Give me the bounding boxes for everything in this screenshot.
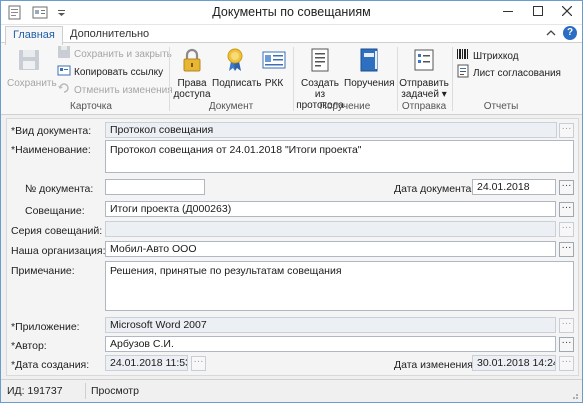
minimize-icon xyxy=(503,6,513,19)
created-field[interactable]: 24.01.2018 11:53:50 xyxy=(105,355,188,371)
approval-sheet-button[interactable]: Лист согласования xyxy=(456,64,561,84)
our-org-picker-button[interactable]: ··· xyxy=(559,242,574,257)
rkk-label: РКК xyxy=(264,78,284,89)
author-label: *Автор: xyxy=(11,340,47,352)
save-close-icon xyxy=(57,45,71,65)
created-picker-button[interactable]: ··· xyxy=(191,356,206,371)
save-and-close-button[interactable]: Сохранить и закрыть xyxy=(57,45,172,65)
tab-main[interactable]: Главная xyxy=(5,26,63,45)
maximize-button[interactable] xyxy=(523,1,553,24)
group-separator xyxy=(452,47,453,111)
meeting-label: Совещание: xyxy=(25,205,85,217)
meeting-series-label: Серия совещаний: xyxy=(11,225,103,237)
status-mode: Просмотр xyxy=(91,385,139,397)
doc-type-label: *Вид документа: xyxy=(11,125,92,137)
help-button[interactable]: ? xyxy=(563,26,577,40)
application-picker-button[interactable]: ··· xyxy=(559,318,574,333)
cancel-changes-label: Отменить изменения xyxy=(74,85,173,96)
save-label: Сохранить xyxy=(7,78,57,89)
floppy-disk-icon xyxy=(7,47,51,76)
status-bar: ИД: 191737 Просмотр xyxy=(1,379,582,402)
name-label: *Наименование: xyxy=(11,144,91,156)
assignments-label: Поручения xyxy=(344,78,395,89)
document-list-icon xyxy=(296,47,344,76)
access-rights-label-1: Права xyxy=(177,78,207,89)
minimize-button[interactable] xyxy=(493,1,523,24)
application-field[interactable]: Microsoft Word 2007 xyxy=(105,317,556,333)
approval-sheet-label: Лист согласования xyxy=(473,68,561,79)
doc-type-field[interactable]: Протокол совещания xyxy=(105,122,557,138)
modified-field[interactable]: 30.01.2018 14:24:23 xyxy=(472,355,556,371)
main-window: Документы по совещаниям Главная Дополнит… xyxy=(0,0,583,403)
our-org-field[interactable]: Мобил-Авто ООО xyxy=(105,241,556,257)
doc-date-field[interactable]: 24.01.2018 xyxy=(472,179,556,195)
ribbon-tabs: Главная Дополнительно ? xyxy=(1,25,582,45)
meeting-series-picker-button[interactable]: ··· xyxy=(559,222,574,237)
application-label: *Приложение: xyxy=(11,321,80,333)
report-sheet-icon xyxy=(456,64,470,84)
assignments-button[interactable]: Поручения xyxy=(344,47,395,89)
doc-number-field[interactable] xyxy=(105,179,205,195)
doc-type-picker-button[interactable]: ··· xyxy=(559,123,574,138)
collapse-ribbon-icon[interactable] xyxy=(546,28,556,41)
group-label-card: Карточка xyxy=(70,101,112,112)
note-label: Примечание: xyxy=(11,265,75,277)
group-separator xyxy=(293,47,294,111)
meeting-picker-button[interactable]: ··· xyxy=(559,202,574,217)
registration-card-icon xyxy=(259,47,289,76)
create-from-protocol-label-1: Создать из xyxy=(300,78,339,100)
close-icon xyxy=(561,5,573,19)
group-label-assignment: Поручение xyxy=(319,101,371,112)
send-task-label-1: Отправить xyxy=(399,78,449,89)
modified-picker-button[interactable]: ··· xyxy=(559,356,574,371)
send-task-label-2: задачей xyxy=(401,89,439,100)
sign-button[interactable]: Подписать xyxy=(212,47,262,89)
barcode-label: Штрихкод xyxy=(473,51,519,62)
author-picker-button[interactable]: ··· xyxy=(559,337,574,352)
name-field[interactable]: Протокол совещания от 24.01.2018 "Итоги … xyxy=(105,140,574,173)
access-rights-button[interactable]: Права доступа xyxy=(173,47,211,100)
award-seal-icon xyxy=(212,47,258,76)
chevron-down-icon: ▾ xyxy=(441,89,447,100)
document-form: *Вид документа: Протокол совещания ··· *… xyxy=(6,118,579,376)
cancel-changes-button[interactable]: Отменить изменения xyxy=(57,83,173,99)
status-id: ИД: 191737 xyxy=(7,385,63,397)
send-task-button[interactable]: Отправить задачей ▾ xyxy=(399,47,449,100)
group-label-sending: Отправка xyxy=(401,101,447,112)
group-separator xyxy=(397,47,398,111)
book-icon xyxy=(344,47,394,76)
group-label-document: Документ xyxy=(208,101,254,112)
group-label-reports: Отчеты xyxy=(483,101,519,112)
close-button[interactable] xyxy=(552,1,582,24)
our-org-label: Наша организация: xyxy=(11,245,106,257)
meeting-field[interactable]: Итоги проекта (Д000263) xyxy=(105,201,556,217)
rkk-button[interactable]: РКК xyxy=(259,47,289,89)
title-bar: Документы по совещаниям xyxy=(1,1,582,25)
created-label: *Дата создания: xyxy=(11,359,90,371)
copy-link-button[interactable]: Копировать ссылку xyxy=(57,65,163,81)
copy-link-label: Копировать ссылку xyxy=(74,67,164,78)
access-rights-label-2: доступа xyxy=(173,89,211,100)
doc-date-label: Дата документа: xyxy=(394,183,475,195)
meeting-series-field[interactable] xyxy=(105,221,556,237)
modified-label: Дата изменения: xyxy=(394,359,476,371)
resize-grip-icon[interactable] xyxy=(569,390,579,402)
lock-icon xyxy=(173,47,211,76)
group-separator xyxy=(169,47,170,111)
link-copy-icon xyxy=(57,63,71,83)
doc-number-label: № документа: xyxy=(25,183,94,195)
save-button[interactable]: Сохранить xyxy=(7,47,57,89)
author-field[interactable]: Арбузов С.И. xyxy=(105,336,556,352)
sign-label: Подписать xyxy=(212,78,262,89)
undo-icon xyxy=(57,81,71,101)
barcode-button[interactable]: Штрихкод xyxy=(456,49,519,65)
maximize-icon xyxy=(533,6,543,19)
ribbon: Сохранить Сохранить и закрыть Копировать… xyxy=(1,42,582,115)
task-list-icon xyxy=(399,47,449,76)
note-field[interactable]: Решения, принятые по результатам совещан… xyxy=(105,261,574,311)
save-close-label: Сохранить и закрыть xyxy=(74,49,172,60)
status-divider xyxy=(85,383,86,399)
doc-date-picker-button[interactable]: ··· xyxy=(559,180,574,195)
